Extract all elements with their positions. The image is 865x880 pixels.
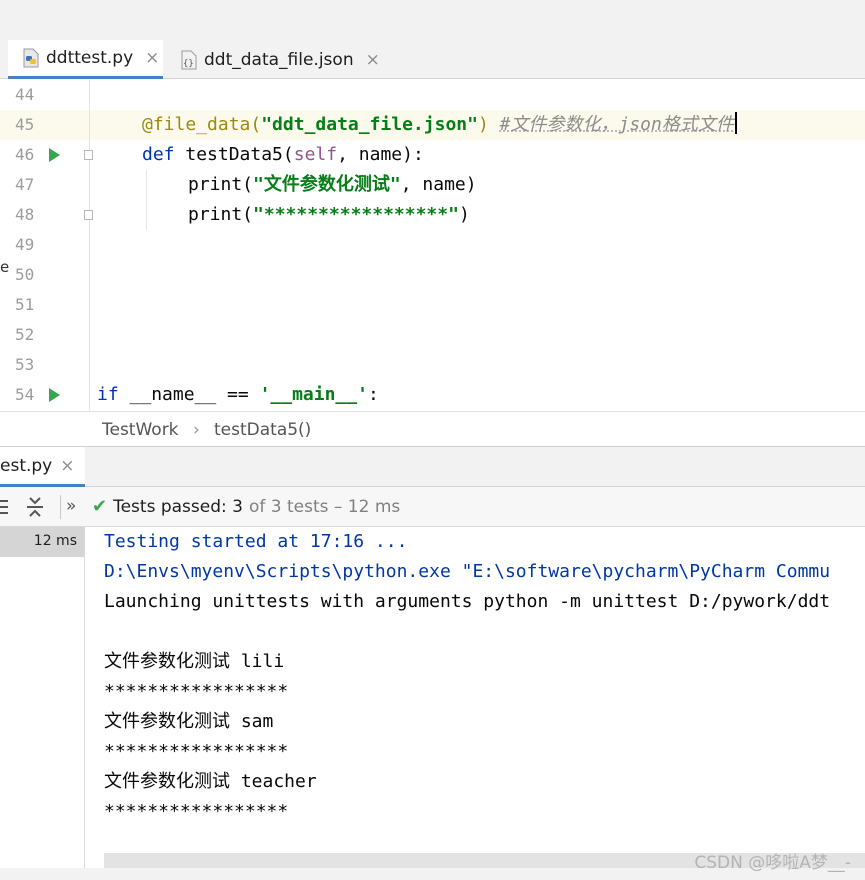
code-line-48[interactable]: print("*****************") xyxy=(188,200,470,230)
console-line: 文件参数化测试 teacher xyxy=(104,771,317,792)
tab-ddt-data-file-json[interactable]: {} ddt_data_file.json × xyxy=(170,40,380,79)
run-tab-label: est.py xyxy=(0,455,53,476)
svg-text:{}: {} xyxy=(183,59,194,69)
line-number: 47 xyxy=(15,175,35,194)
line-number: 49 xyxy=(15,235,35,254)
line-number: 45 xyxy=(15,115,35,134)
fold-icon[interactable] xyxy=(84,150,93,160)
tab-label: ddt_data_file.json xyxy=(204,49,354,70)
decorator: @file_data( xyxy=(142,114,262,135)
expression: __name__ == xyxy=(118,384,260,405)
console-line: ***************** xyxy=(104,741,289,762)
code-line-54[interactable]: if __name__ == '__main__': xyxy=(97,380,379,410)
console-output[interactable]: Testing started at 17:16 ... D:\Envs\mye… xyxy=(85,527,865,880)
test-duration: 12 ms xyxy=(33,533,77,549)
editor-gutter xyxy=(0,80,90,410)
console-line: ***************** xyxy=(104,801,289,822)
line-number: 48 xyxy=(15,205,35,224)
run-tab-bar: est.py × xyxy=(0,447,865,487)
tab-label: ddttest.py xyxy=(46,48,134,68)
breadcrumb-method[interactable]: testData5() xyxy=(214,420,311,440)
toolbar-separator xyxy=(60,495,61,519)
line-number: 44 xyxy=(15,85,35,104)
string-literal: "ddt_data_file.json" xyxy=(261,114,478,135)
status-label: Tests passed: xyxy=(113,496,227,517)
self-keyword: self xyxy=(293,144,338,165)
test-tree: 12 ms xyxy=(0,527,85,880)
string-literal: "文件参数化测试" xyxy=(253,174,401,195)
console-line: D:\Envs\myenv\Scripts\python.exe "E:\sof… xyxy=(104,561,831,582)
check-icon: ✔ xyxy=(92,496,108,517)
function-call: print( xyxy=(188,174,254,195)
console-line: Launching unittests with arguments pytho… xyxy=(104,591,831,612)
text-caret xyxy=(734,112,737,134)
run-main-icon[interactable] xyxy=(49,388,60,402)
breadcrumb-separator: › xyxy=(193,420,200,440)
watermark: CSDN @哆啦A梦__- xyxy=(694,853,851,873)
passed-count: 3 xyxy=(232,496,243,517)
console-line: 文件参数化测试 sam xyxy=(104,711,274,732)
paren: ) xyxy=(477,114,489,135)
indent-guide xyxy=(146,170,147,230)
close-tab-icon[interactable]: × xyxy=(366,50,380,70)
line-number: 54 xyxy=(15,385,35,404)
string-literal: '__main__' xyxy=(259,384,368,405)
stray-character: e xyxy=(0,258,10,276)
json-file-icon: {} xyxy=(181,50,197,69)
status-detail: of 3 tests – 12 ms xyxy=(248,496,401,517)
comment: #文件参数化，json格式文件 xyxy=(499,114,734,135)
tab-ddttest-py[interactable]: ddttest.py × xyxy=(8,40,163,79)
colon: : xyxy=(367,384,379,405)
line-number: 51 xyxy=(15,295,35,314)
keyword: def xyxy=(142,144,175,165)
test-status: ✔ Tests passed: 3 of 3 tests – 12 ms xyxy=(92,496,400,517)
line-number: 52 xyxy=(15,325,35,344)
args: , name) xyxy=(400,174,477,195)
close-tab-icon[interactable]: × xyxy=(145,48,159,68)
line-number: 53 xyxy=(15,355,35,374)
line-number: 46 xyxy=(15,145,35,164)
python-file-icon xyxy=(23,48,39,68)
code-line-45[interactable]: @file_data("ddt_data_file.json") #文件参数化，… xyxy=(142,110,737,140)
run-test-icon[interactable] xyxy=(49,148,60,162)
close-run-tab-icon[interactable]: × xyxy=(60,456,74,476)
run-tab[interactable]: est.py × xyxy=(0,447,85,487)
breadcrumb-class[interactable]: TestWork xyxy=(102,420,179,440)
expand-all-icon[interactable] xyxy=(0,499,10,515)
more-actions-icon[interactable]: » xyxy=(66,496,76,516)
keyword: if xyxy=(97,384,119,405)
editor-tab-bar: ddttest.py × {} ddt_data_file.json × xyxy=(0,40,865,79)
code-line-47[interactable]: print("文件参数化测试", name) xyxy=(188,170,477,200)
fold-end-icon[interactable] xyxy=(84,210,93,220)
args: ) xyxy=(458,204,470,225)
line-number: 50 xyxy=(15,265,35,284)
string-literal: "*****************" xyxy=(253,204,459,225)
run-toolbar: » ✔ Tests passed: 3 of 3 tests – 12 ms xyxy=(0,487,865,527)
collapse-all-icon[interactable] xyxy=(26,496,44,518)
console-line: ***************** xyxy=(104,681,289,702)
code-line-46[interactable]: def testData5(self, name): xyxy=(142,140,424,170)
console-line: 文件参数化测试 lili xyxy=(104,651,285,672)
console-line: Testing started at 17:16 ... xyxy=(104,531,408,552)
function-name: testData5( xyxy=(174,144,294,165)
window-top-strip xyxy=(0,0,865,40)
params: , name): xyxy=(337,144,424,165)
breadcrumb: TestWork › testData5() xyxy=(0,411,865,447)
function-call: print( xyxy=(188,204,254,225)
